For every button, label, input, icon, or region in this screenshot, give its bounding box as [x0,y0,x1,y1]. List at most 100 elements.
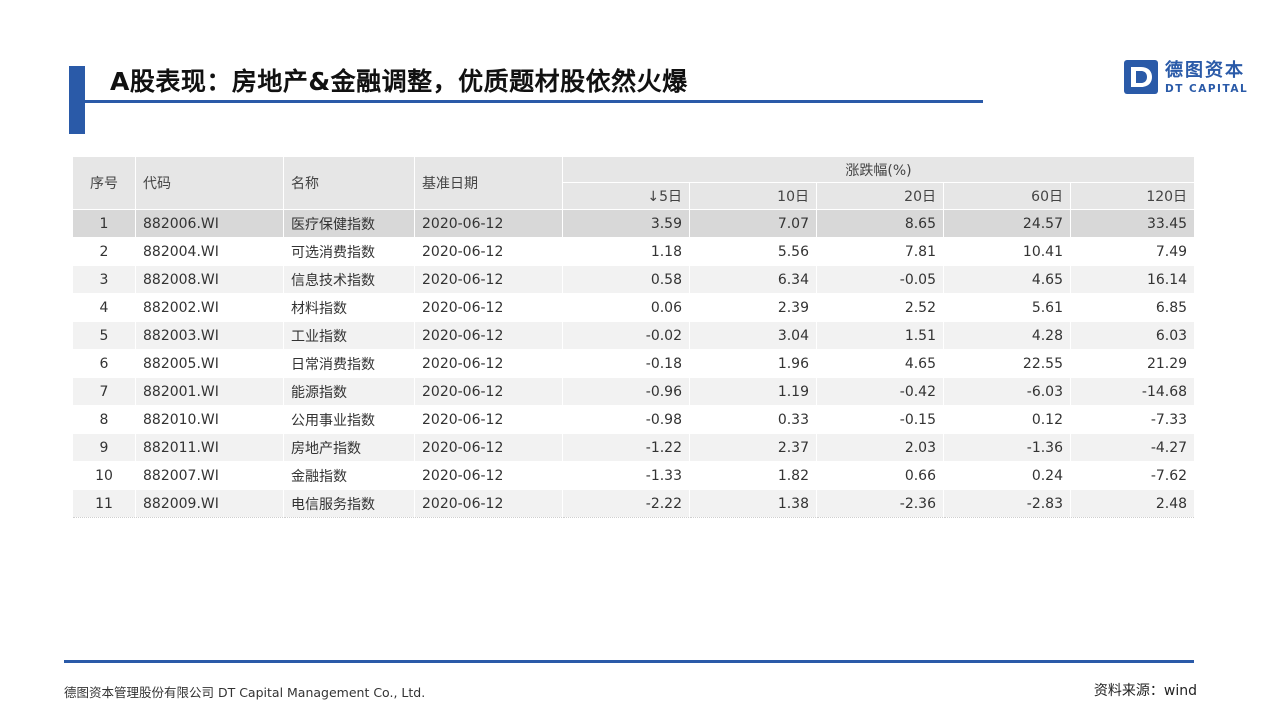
column-header-period[interactable]: 60日 [943,182,1071,210]
cell-change-20日: -2.36 [816,489,944,518]
cell-name: 金融指数 [283,461,415,490]
cell-change-5日: -0.98 [562,405,690,434]
table-row[interactable]: 10 882007.WI 金融指数 2020-06-12 -1.33 1.82 0.66 0.… [72,461,1196,490]
cell-change-20日: 7.81 [816,237,944,266]
cell-index: 9 [72,433,136,462]
dt-capital-logo-icon [1124,60,1158,94]
cell-date: 2020-06-12 [414,461,563,490]
cell-change-5日: -0.18 [562,349,690,378]
cell-change-60日: -1.36 [943,433,1071,462]
cell-name: 房地产指数 [283,433,415,462]
column-header-code[interactable]: 代码 [135,156,284,210]
cell-change-10日: 1.82 [689,461,817,490]
cell-change-5日: -2.22 [562,489,690,518]
cell-date: 2020-06-12 [414,433,563,462]
table-row[interactable]: 4 882002.WI 材料指数 2020-06-12 0.06 2.39 2.52 5.61… [72,293,1196,322]
cell-change-120日: 6.03 [1069,321,1196,350]
footer-company: 德图资本管理股份有限公司 DT Capital Management Co., … [64,685,426,700]
cell-change-120日: 16.14 [1069,265,1196,294]
cell-change-5日: 0.06 [562,293,690,322]
cell-date: 2020-06-12 [414,209,563,238]
cell-code: 882005.WI [135,349,284,378]
cell-change-20日: -0.05 [816,265,944,294]
cell-change-5日: 3.59 [562,209,690,238]
cell-change-20日: 0.66 [816,461,944,490]
cell-change-60日: 10.41 [943,237,1071,266]
cell-change-5日: -0.02 [562,321,690,350]
cell-name: 公用事业指数 [283,405,415,434]
column-header-date[interactable]: 基准日期 [414,156,563,210]
cell-name: 医疗保健指数 [283,209,415,238]
table-row[interactable]: 7 882001.WI 能源指数 2020-06-12 -0.96 1.19 -0.42 -6… [72,377,1196,406]
index-performance-table: 序号 代码 名称 基准日期 涨跌幅(%) ↓5日 10日 20日 60日 120日 18… [72,156,1196,518]
period-label: 5日 [659,189,682,205]
table-row[interactable]: 6 882005.WI 日常消费指数 2020-06-12 -0.18 1.96 4.65 2… [72,349,1196,378]
cell-change-10日: 2.39 [689,293,817,322]
cell-index: 2 [72,237,136,266]
cell-change-10日: 1.38 [689,489,817,518]
cell-code: 882008.WI [135,265,284,294]
cell-change-10日: 2.37 [689,433,817,462]
table-row[interactable]: 5 882003.WI 工业指数 2020-06-12 -0.02 3.04 1.51 4.2… [72,321,1196,350]
period-label: 120日 [1146,189,1188,205]
cell-change-120日: 2.48 [1069,489,1196,518]
table-row[interactable]: 8 882010.WI 公用事业指数 2020-06-12 -0.98 0.33 -0.15… [72,405,1196,434]
cell-date: 2020-06-12 [414,405,563,434]
cell-change-60日: -2.83 [943,489,1071,518]
page-title: A股表现：房地产&金融调整，优质题材股依然火爆 [110,67,688,96]
cell-change-60日: 4.65 [943,265,1071,294]
cell-date: 2020-06-12 [414,265,563,294]
cell-index: 8 [72,405,136,434]
column-header-period[interactable]: ↓5日 [562,182,690,210]
cell-change-20日: 8.65 [816,209,944,238]
title-underline [85,100,983,103]
table-row[interactable]: 9 882011.WI 房地产指数 2020-06-12 -1.22 2.37 2.03 -1… [72,433,1196,462]
table-row[interactable]: 11 882009.WI 电信服务指数 2020-06-12 -2.22 1.38 -2.3… [72,489,1196,518]
cell-change-20日: -0.15 [816,405,944,434]
period-label: 60日 [1031,189,1063,205]
cell-change-60日: 5.61 [943,293,1071,322]
period-label: 10日 [777,189,809,205]
cell-index: 3 [72,265,136,294]
cell-change-60日: 24.57 [943,209,1071,238]
column-header-period[interactable]: 120日 [1069,182,1196,210]
cell-change-60日: 0.24 [943,461,1071,490]
cell-change-20日: 2.52 [816,293,944,322]
cell-change-120日: -4.27 [1069,433,1196,462]
cell-change-20日: 1.51 [816,321,944,350]
cell-change-10日: 0.33 [689,405,817,434]
company-logo: 德图资本 DT CAPITAL [1124,60,1254,100]
cell-change-10日: 6.34 [689,265,817,294]
cell-name: 工业指数 [283,321,415,350]
table-row[interactable]: 3 882008.WI 信息技术指数 2020-06-12 0.58 6.34 -0.05 4… [72,265,1196,294]
cell-date: 2020-06-12 [414,293,563,322]
cell-code: 882011.WI [135,433,284,462]
column-header-period[interactable]: 10日 [689,182,817,210]
cell-change-20日: 4.65 [816,349,944,378]
cell-change-10日: 5.56 [689,237,817,266]
cell-change-5日: 0.58 [562,265,690,294]
cell-date: 2020-06-12 [414,321,563,350]
cell-change-120日: 6.85 [1069,293,1196,322]
cell-code: 882002.WI [135,293,284,322]
cell-change-120日: 21.29 [1069,349,1196,378]
table-row[interactable]: 2 882004.WI 可选消费指数 2020-06-12 1.18 5.56 7.81 10… [72,237,1196,266]
column-header-index[interactable]: 序号 [72,156,136,210]
cell-change-5日: -0.96 [562,377,690,406]
cell-index: 6 [72,349,136,378]
cell-change-10日: 3.04 [689,321,817,350]
logo-name-cn: 德图资本 [1165,60,1245,81]
cell-change-120日: 33.45 [1069,209,1196,238]
table-row[interactable]: 1 882006.WI 医疗保健指数 2020-06-12 3.59 7.07 8.65 24… [72,209,1196,238]
column-header-period[interactable]: 20日 [816,182,944,210]
cell-name: 材料指数 [283,293,415,322]
cell-change-60日: 0.12 [943,405,1071,434]
cell-name: 能源指数 [283,377,415,406]
column-header-name[interactable]: 名称 [283,156,415,210]
cell-change-20日: 2.03 [816,433,944,462]
cell-change-5日: -1.33 [562,461,690,490]
cell-change-120日: -7.33 [1069,405,1196,434]
cell-change-60日: -6.03 [943,377,1071,406]
cell-code: 882001.WI [135,377,284,406]
footer-source: 资料来源：wind [1093,683,1197,699]
